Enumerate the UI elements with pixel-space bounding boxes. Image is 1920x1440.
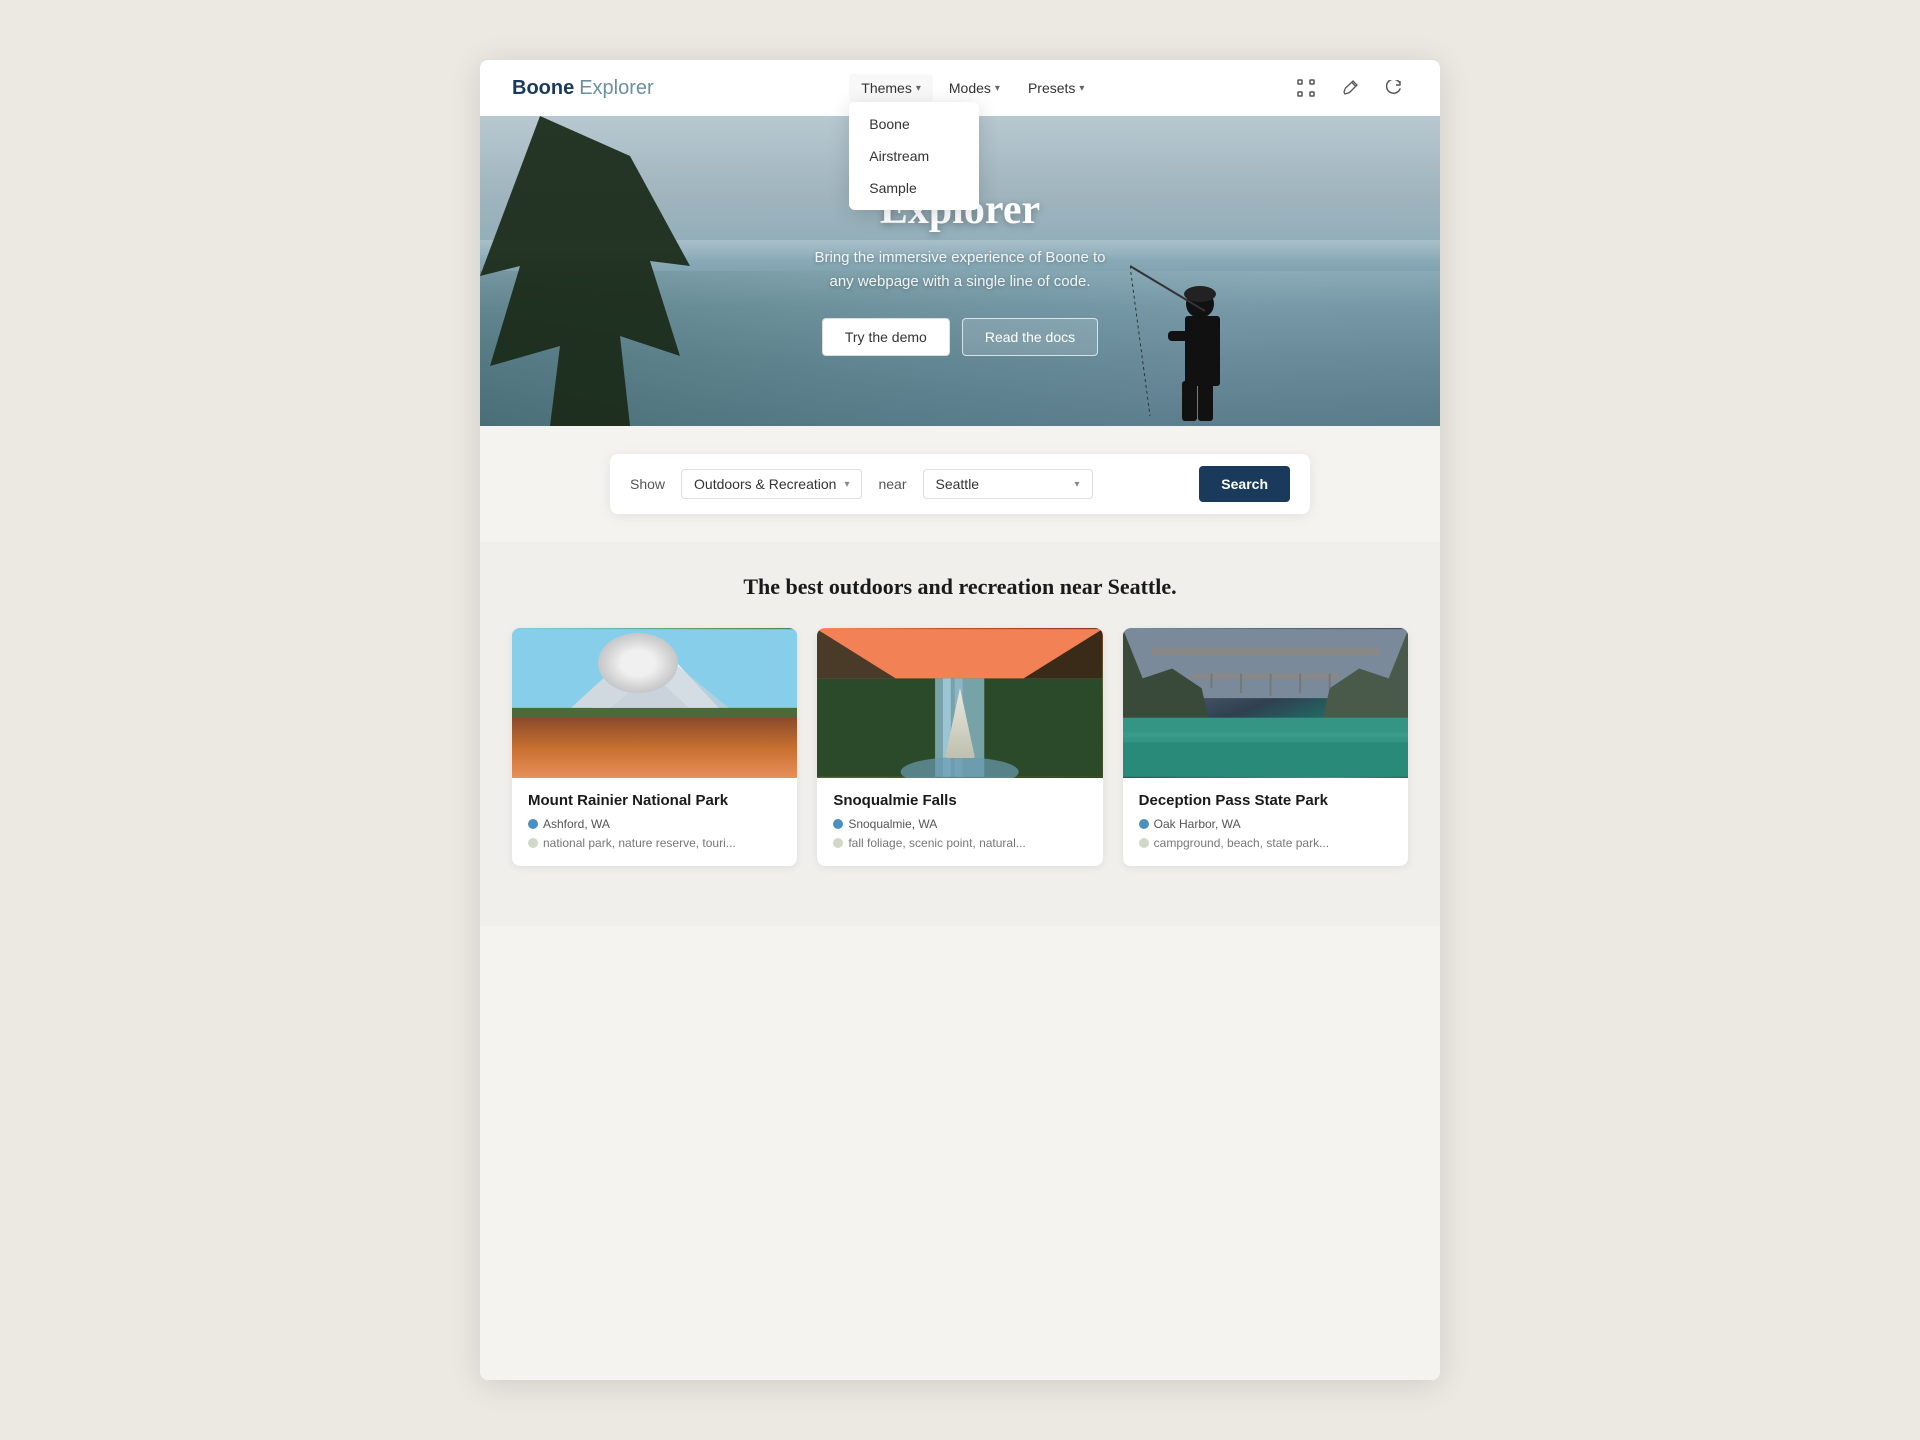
tag-icon-3: [1139, 838, 1149, 848]
edit-icon-btn[interactable]: [1336, 74, 1364, 102]
card-deception-pass[interactable]: Deception Pass State Park Oak Harbor, WA…: [1123, 628, 1408, 866]
read-docs-button[interactable]: Read the docs: [962, 318, 1098, 356]
location-icon-2: [833, 819, 843, 829]
content-section: The best outdoors and recreation near Se…: [480, 542, 1440, 926]
modes-label: Modes: [949, 80, 991, 96]
card-body-3: Deception Pass State Park Oak Harbor, WA…: [1123, 778, 1408, 866]
card-body-1: Mount Rainier National Park Ashford, WA …: [512, 778, 797, 866]
card-image-3: [1123, 628, 1408, 778]
refresh-icon: [1386, 80, 1402, 96]
refresh-icon-btn[interactable]: [1380, 74, 1408, 102]
tag-icon-1: [528, 838, 538, 848]
themes-label: Themes: [861, 80, 912, 96]
page-wrapper: Boone Explorer Themes ▾ Boone Airstream …: [480, 60, 1440, 1380]
card-title-1: Mount Rainier National Park: [528, 792, 781, 809]
section-heading: The best outdoors and recreation near Se…: [512, 574, 1408, 600]
near-label: near: [878, 476, 906, 492]
location-dropdown[interactable]: Seattle ▾: [923, 469, 1093, 499]
theme-sample[interactable]: Sample: [849, 172, 979, 204]
category-chevron-icon: ▾: [844, 479, 849, 490]
card-body-2: Snoqualmie Falls Snoqualmie, WA fall fol…: [817, 778, 1102, 866]
logo-explorer: Explorer: [579, 77, 653, 100]
card-location-2: Snoqualmie, WA: [833, 817, 1086, 831]
scan-icon: [1297, 79, 1315, 97]
logo-boone: Boone: [512, 77, 574, 100]
modes-chevron-icon: ▾: [995, 83, 1000, 94]
card-snoqualmie[interactable]: Snoqualmie Falls Snoqualmie, WA fall fol…: [817, 628, 1102, 866]
search-section: Show Outdoors & Recreation ▾ near Seattl…: [480, 426, 1440, 542]
presets-label: Presets: [1028, 80, 1075, 96]
card-location-3: Oak Harbor, WA: [1139, 817, 1392, 831]
hero-subtitle: Bring the immersive experience of Boone …: [815, 246, 1106, 294]
location-icon-1: [528, 819, 538, 829]
themes-dropdown: Boone Airstream Sample: [849, 102, 979, 210]
card-image-2: [817, 628, 1102, 778]
header: Boone Explorer Themes ▾ Boone Airstream …: [480, 60, 1440, 116]
card-mount-rainier[interactable]: Mount Rainier National Park Ashford, WA …: [512, 628, 797, 866]
category-dropdown[interactable]: Outdoors & Recreation ▾: [681, 469, 862, 499]
presets-chevron-icon: ▾: [1079, 83, 1084, 94]
location-chevron-icon: ▾: [1074, 479, 1079, 490]
search-bar: Show Outdoors & Recreation ▾ near Seattl…: [610, 454, 1310, 514]
location-value: Seattle: [936, 476, 980, 492]
main-nav: Themes ▾ Boone Airstream Sample Modes ▾ …: [849, 74, 1096, 102]
show-label: Show: [630, 476, 665, 492]
theme-airstream[interactable]: Airstream: [849, 140, 979, 172]
search-button[interactable]: Search: [1199, 466, 1290, 502]
themes-chevron-icon: ▾: [916, 83, 921, 94]
card-image-1: [512, 628, 797, 778]
card-tags-2: fall foliage, scenic point, natural...: [833, 836, 1086, 850]
card-location-1: Ashford, WA: [528, 817, 781, 831]
location-icon-3: [1139, 819, 1149, 829]
try-demo-button[interactable]: Try the demo: [822, 318, 950, 356]
nav-presets[interactable]: Presets ▾: [1016, 74, 1097, 102]
card-title-2: Snoqualmie Falls: [833, 792, 1086, 809]
nav-modes[interactable]: Modes ▾: [937, 74, 1012, 102]
card-title-3: Deception Pass State Park: [1139, 792, 1392, 809]
header-icons: [1292, 74, 1408, 102]
scan-icon-btn[interactable]: [1292, 74, 1320, 102]
theme-boone[interactable]: Boone: [849, 108, 979, 140]
tag-icon-2: [833, 838, 843, 848]
card-tags-1: national park, nature reserve, touri...: [528, 836, 781, 850]
edit-icon: [1342, 80, 1358, 96]
card-tags-3: campground, beach, state park...: [1139, 836, 1392, 850]
category-value: Outdoors & Recreation: [694, 476, 836, 492]
hero-buttons: Try the demo Read the docs: [822, 318, 1098, 356]
logo: Boone Explorer: [512, 77, 654, 100]
cards-grid: Mount Rainier National Park Ashford, WA …: [512, 628, 1408, 866]
nav-themes[interactable]: Themes ▾ Boone Airstream Sample: [849, 74, 933, 102]
